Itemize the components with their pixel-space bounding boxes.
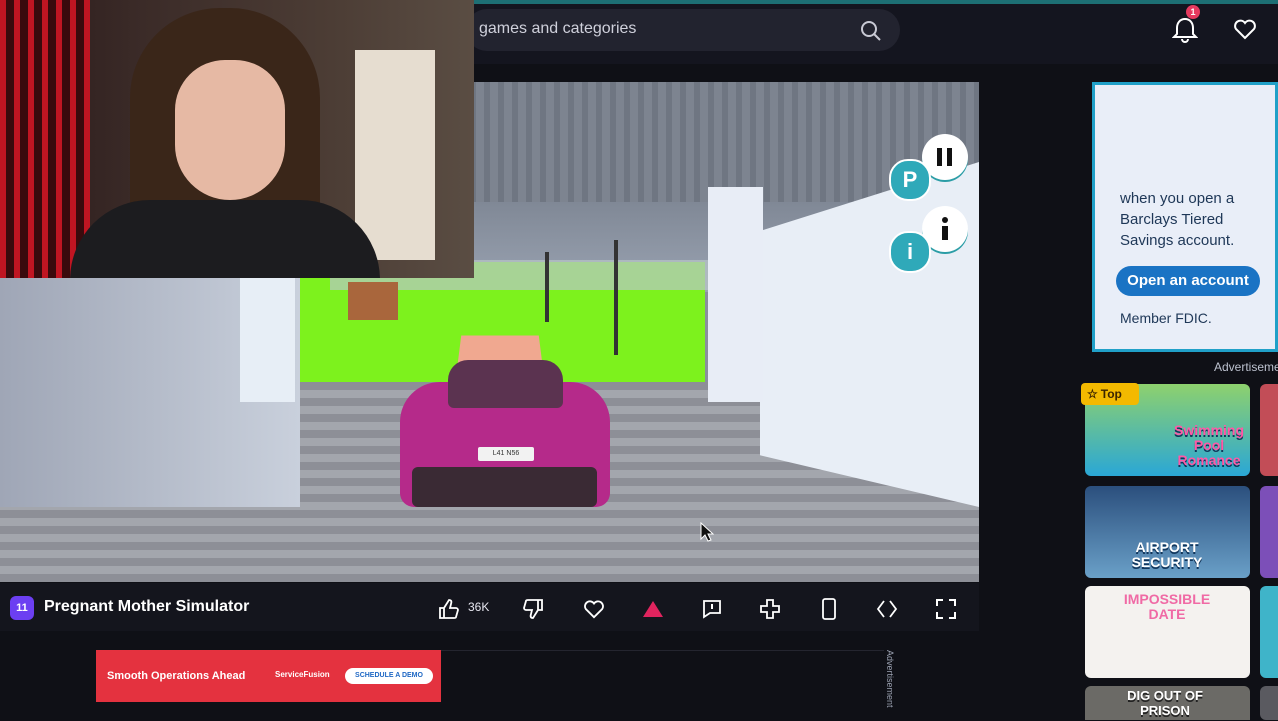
game-thumbnail[interactable]: DIG OUT OF PRISON (1085, 686, 1250, 720)
game-title: Pregnant Mother Simulator (44, 598, 250, 615)
favorite-heart-icon[interactable] (582, 597, 606, 621)
game-thumbnail-partial[interactable] (1260, 384, 1278, 476)
top-badge-label: Top (1100, 387, 1122, 401)
webcam-door (355, 50, 435, 260)
game-thumbnail-partial[interactable] (1260, 486, 1278, 578)
site-logo[interactable]: 11 (10, 596, 34, 620)
game-thumbnail-title: IMPOSSIBLE DATE (1123, 591, 1211, 622)
info-small-button[interactable]: i (889, 231, 931, 273)
theater-mode-icon[interactable] (875, 597, 899, 621)
likes-count: 36K (468, 600, 490, 614)
dislike-icon[interactable] (522, 597, 546, 621)
search-icon[interactable] (860, 20, 882, 47)
game-thumbnail-partial[interactable] (1260, 686, 1278, 720)
license-plate: L41 N56 (478, 447, 534, 461)
car-rear-window (448, 360, 563, 408)
fullscreen-icon[interactable] (934, 597, 958, 621)
report-icon[interactable] (641, 597, 665, 621)
controls-icon[interactable] (758, 597, 782, 621)
car-bumper (412, 467, 597, 507)
feedback-icon[interactable] (700, 597, 724, 621)
bottom-ad-label: Advertisement (885, 650, 895, 708)
wooden-crate (348, 282, 398, 320)
star-icon: ☆ (1087, 387, 1098, 401)
open-account-button[interactable]: Open an account (1116, 266, 1260, 296)
game-thumbnail[interactable]: IMPOSSIBLE DATE (1085, 586, 1250, 678)
garage-pillar-right (708, 187, 763, 402)
bottom-ad-text: Smooth Operations Ahead (107, 670, 246, 682)
webcam-overlay (0, 0, 474, 278)
mouse-cursor-icon (700, 521, 715, 547)
top-badge: ☆ Top (1081, 383, 1139, 405)
game-thumbnail-partial[interactable] (1260, 586, 1278, 678)
game-thumbnail-title: AIRPORT SECURITY (1131, 539, 1203, 570)
advertisement-label: Advertisement (1214, 360, 1278, 374)
webcam-person-face (175, 60, 285, 200)
bottom-ad-cta[interactable]: SCHEDULE A DEMO (345, 668, 433, 684)
bottom-ad-brand: ServiceFusion (275, 670, 330, 679)
mobile-icon[interactable] (817, 597, 841, 621)
street-lamp (614, 240, 618, 355)
side-ad-text: when you open a Barclays Tiered Savings … (1120, 190, 1235, 249)
notification-badge: 1 (1186, 5, 1200, 19)
parking-button[interactable]: P (889, 159, 931, 201)
game-thumbnail-title: DIG OUT OF PRISON (1127, 688, 1203, 718)
game-thumbnail[interactable]: AIRPORT SECURITY (1085, 486, 1250, 578)
side-ad-footer: Member FDIC. (1120, 310, 1212, 326)
game-thumbnail-title: Swimming Pool Romance (1174, 422, 1245, 468)
search-placeholder: games and categories (479, 20, 637, 37)
webcam-person-shirt (70, 200, 380, 278)
garage-pillar-left (240, 277, 295, 402)
webcam-curtain (0, 0, 90, 278)
street-lamp (545, 252, 549, 322)
like-icon[interactable] (436, 597, 460, 621)
notification-bell-icon[interactable] (1171, 16, 1199, 49)
favorites-heart-icon[interactable] (1233, 18, 1257, 45)
